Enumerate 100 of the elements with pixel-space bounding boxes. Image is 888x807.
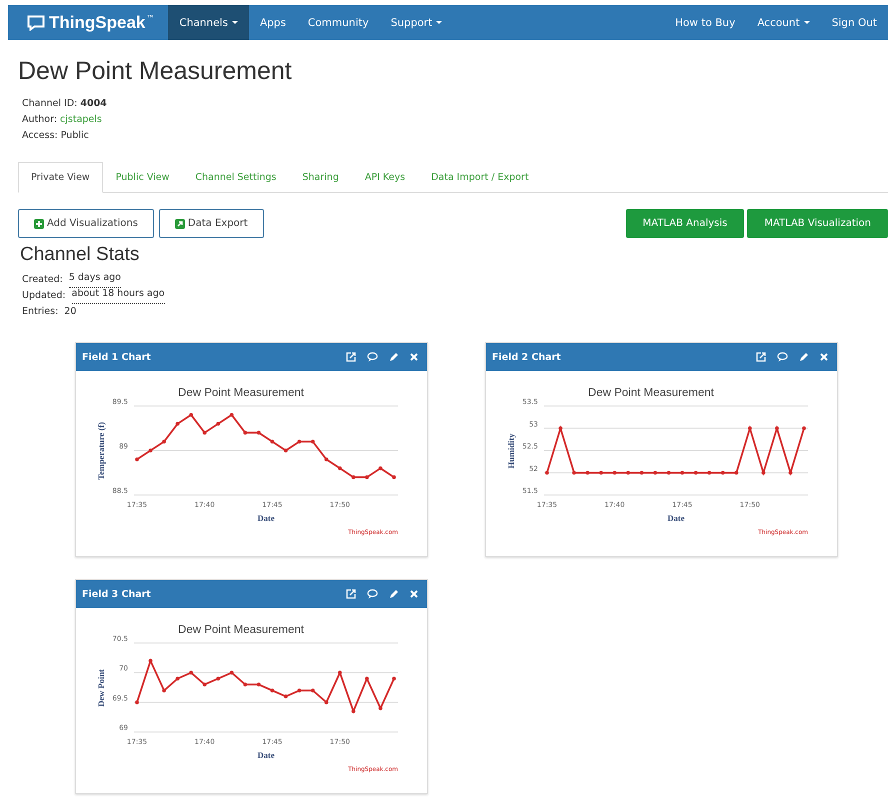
pencil-icon[interactable] — [389, 352, 399, 362]
point — [202, 430, 207, 435]
point — [310, 440, 315, 444]
matlab-button[interactable]: MATLAB Analysis — [626, 209, 744, 238]
tab[interactable]: Private View — [18, 162, 103, 193]
nav-item[interactable]: Support — [380, 5, 454, 40]
point — [338, 466, 342, 470]
point — [256, 430, 261, 435]
point — [162, 688, 166, 692]
section-title: Channel Stats — [20, 244, 140, 266]
matlab-button[interactable]: MATLAB Visualization — [747, 209, 888, 238]
meta-label: Author: — [22, 113, 58, 127]
nav-item[interactable]: Channels — [168, 5, 249, 40]
x-axis-label: Date — [258, 513, 274, 523]
panel-title: Field 1 Chart — [82, 352, 151, 362]
chart-title: Dew Point Measurement — [178, 387, 304, 399]
nav-item[interactable]: Sign Out — [820, 5, 888, 40]
point — [324, 700, 328, 704]
point — [216, 422, 220, 426]
tab[interactable]: API Keys — [352, 162, 418, 193]
point — [270, 688, 274, 692]
pencil-icon[interactable] — [799, 352, 809, 362]
point — [202, 682, 207, 686]
panel-title: Field 3 Chart — [82, 588, 151, 600]
point — [284, 448, 288, 452]
comment-icon[interactable] — [367, 352, 378, 362]
close-icon[interactable] — [410, 353, 418, 361]
point — [243, 430, 248, 435]
stat-value: 5 days ago — [68, 272, 121, 288]
point — [297, 440, 302, 444]
meta-value: Public — [60, 129, 89, 143]
meta-label: Access: — [22, 129, 58, 143]
nav-item[interactable]: Account — [746, 5, 821, 40]
point — [135, 458, 139, 462]
x-axis-label: Date — [258, 750, 274, 760]
point — [365, 475, 369, 480]
point — [256, 682, 261, 686]
panel-title: Field 2 Chart — [492, 352, 561, 362]
stat-label: Created: — [22, 273, 63, 287]
point — [324, 458, 328, 462]
external-link-icon[interactable] — [346, 589, 356, 599]
point — [297, 688, 302, 692]
nav-item[interactable]: How to Buy — [664, 5, 746, 40]
point — [284, 694, 288, 698]
caret-icon — [804, 21, 810, 24]
trademark: ™ — [146, 14, 154, 23]
stat-label: Updated: — [22, 289, 66, 303]
caret-icon — [232, 21, 238, 24]
external-link-icon[interactable] — [346, 352, 356, 362]
y-axis-label: Humidity — [506, 434, 516, 468]
chart-title: Dew Point Measurement — [588, 387, 714, 399]
x-axis-label: Date — [668, 513, 684, 523]
point — [216, 676, 220, 680]
external-link-icon[interactable] — [756, 352, 766, 362]
tab[interactable]: Channel Settings — [182, 162, 290, 193]
point — [135, 700, 139, 704]
add-visualizations-button[interactable]: Add Visualizations — [18, 209, 154, 238]
point — [392, 475, 396, 480]
point — [270, 440, 274, 444]
point — [310, 688, 315, 692]
nav-item[interactable]: Apps — [248, 5, 297, 40]
pencil-icon[interactable] — [389, 589, 399, 599]
stat-label: Entries: — [22, 305, 58, 319]
stat-value: 20 — [64, 305, 76, 319]
chart-title: Dew Point Measurement — [178, 624, 304, 636]
point — [365, 676, 369, 680]
point — [243, 682, 248, 686]
plus-icon — [34, 218, 44, 228]
y-axis-label: Dew Point — [96, 669, 106, 707]
point — [230, 670, 234, 675]
point — [378, 466, 382, 470]
close-icon[interactable] — [820, 353, 828, 361]
tab[interactable]: Public View — [102, 162, 182, 193]
author-link[interactable]: cjstapels — [60, 112, 102, 128]
point — [189, 670, 194, 675]
close-icon[interactable] — [410, 590, 418, 598]
tab[interactable]: Sharing — [289, 162, 352, 193]
caret-icon — [436, 21, 442, 24]
point — [176, 676, 180, 680]
stat-value: about 18 hours ago — [72, 288, 165, 304]
tab[interactable]: Data Import / Export — [418, 162, 542, 193]
point — [230, 413, 234, 417]
point — [352, 475, 356, 480]
meta-label: Channel ID: — [22, 97, 78, 111]
export-icon — [174, 218, 185, 228]
y-axis-label: Temperature (f) — [96, 422, 106, 480]
channel-title: Dew Point Measurement — [18, 57, 292, 86]
nav-item[interactable]: Community — [296, 5, 380, 40]
comment-icon[interactable] — [367, 589, 378, 599]
logo-text[interactable]: ThingSpeak — [49, 12, 146, 32]
point — [162, 440, 166, 444]
data-export-button[interactable]: Data Export — [158, 209, 264, 238]
comment-icon[interactable] — [777, 352, 788, 362]
point — [189, 413, 194, 417]
meta-value: 4004 — [80, 97, 107, 111]
speech-bubble-icon — [27, 14, 45, 30]
point — [392, 676, 396, 680]
point — [176, 422, 180, 426]
point — [148, 658, 152, 663]
point — [148, 448, 152, 452]
